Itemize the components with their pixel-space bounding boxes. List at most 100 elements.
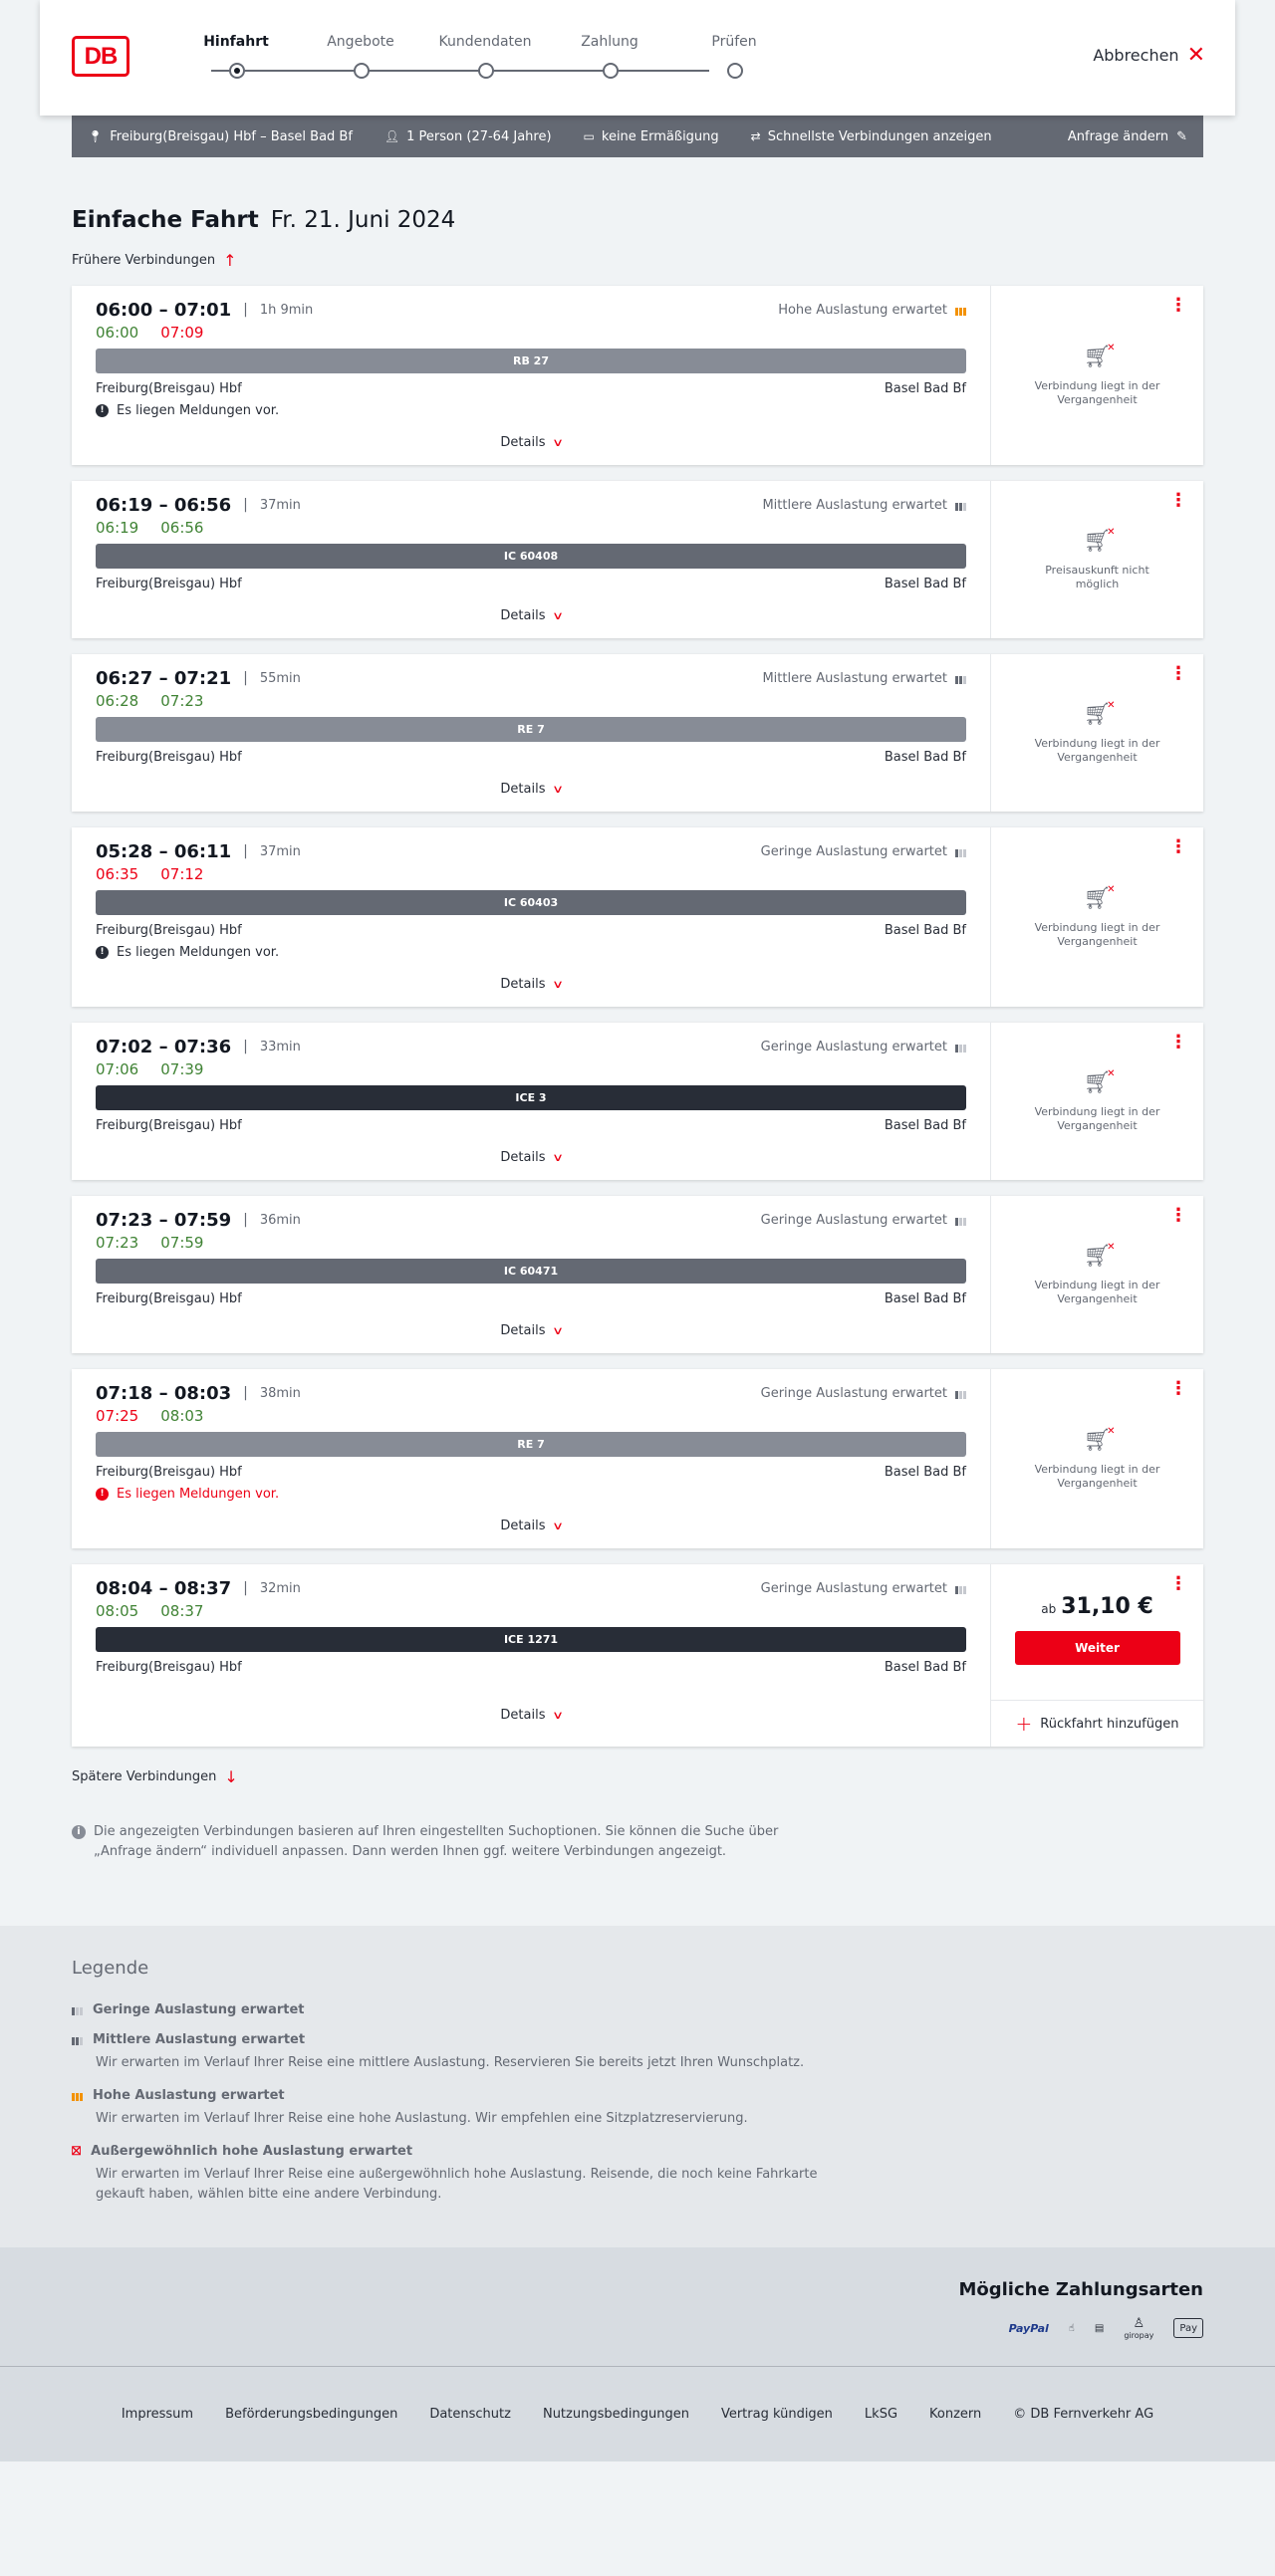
arrival-station: Basel Bad Bf [884,1464,966,1480]
change-request-button[interactable]: Anfrage ändern ✎ [1068,129,1187,144]
connection-info: 08:04 – 08:37 | 32min Geringe Auslastung… [72,1564,990,1747]
cart-unavailable-icon: 🛒︎ ✕ [1083,883,1116,911]
realtime-departure: 06:35 [96,865,139,883]
continue-button[interactable]: Weiter [1014,1631,1180,1665]
connection-card[interactable]: 06:19 – 06:56 | 37min Mittlere Auslastung e… [72,481,1203,638]
separator: | [243,1580,248,1596]
filter-travellers[interactable]: 👤︎ 1 Person (27-64 Jahre) [384,129,552,144]
details-label: Details [500,1707,546,1723]
later-connections-link[interactable]: Spätere Verbindungen ↓ [72,1767,238,1786]
travel-date: Fr. 21. Juni 2024 [270,207,456,233]
legend-head: Mittlere Auslastung erwartet [93,2032,306,2047]
more-options-icon[interactable]: ⋮ [1169,838,1187,856]
train-bar[interactable]: RB 27 [96,349,966,373]
separator: | [243,302,248,318]
sepa-hand-icon: ☝︎ [1068,2322,1075,2334]
step-dot [478,63,494,79]
separator: | [243,843,248,859]
status-panel: ⋮ 🛒︎ ✕ Verbindung liegt in der Vergangenhei… [990,654,1203,812]
more-options-icon[interactable]: ⋮ [1169,1380,1187,1398]
payment-methods-section: Mögliche Zahlungsarten PayPal ☝︎ ▤ ♙ giro… [0,2247,1275,2366]
details-toggle[interactable]: Details ∨ [96,1319,966,1341]
duration: 38min [259,1385,301,1401]
footer-link-befoerderungsbedingungen[interactable]: Beförderungsbedingungen [225,2407,397,2422]
step-hinfahrt[interactable]: Hinfahrt [181,34,291,79]
footer-link-lksg[interactable]: LkSG [865,2407,897,2422]
cancel-button[interactable]: Abbrechen ✕ [1093,44,1205,66]
train-bar[interactable]: RE 7 [96,717,966,742]
alert-icon: ! [96,1487,109,1501]
footer-link-vertrag-kuendigen[interactable]: Vertrag kündigen [721,2407,833,2422]
legend-desc: Wir erwarten im Verlauf Ihrer Reise eine… [96,2167,818,2202]
realtime-arrival: 06:56 [160,519,204,537]
more-options-icon[interactable]: ⋮ [1169,665,1187,683]
return-label: Rückfahrt hinzufügen [1040,1716,1179,1732]
chevron-down-icon: ∨ [551,435,564,449]
realtime-row: 07:25 08:03 [96,1405,966,1427]
step-dot [354,63,370,79]
later-label: Spätere Verbindungen [72,1769,217,1784]
train-bar[interactable]: IC 60471 [96,1259,966,1284]
step-kundendaten[interactable]: Kundendaten [430,34,540,79]
more-options-icon[interactable]: ⋮ [1169,1575,1187,1593]
filter-route[interactable]: 📍︎ Freiburg(Breisgau) Hbf – Basel Bad Bf [88,129,353,144]
db-logo[interactable]: DB [72,36,129,77]
connection-card[interactable]: 07:23 – 07:59 | 36min Geringe Auslastung er… [72,1196,1203,1353]
header-wrap: DB Hinfahrt Angebote Kundendaten Zahlung… [0,0,1275,116]
cart-unavailable-icon: 🛒︎ ✕ [1083,699,1116,727]
cart-unavailable-icon: 🛒︎ ✕ [1083,526,1116,554]
train-bar[interactable]: ICE 3 [96,1085,966,1110]
page-title-row: Einfache Fahrt Fr. 21. Juni 2024 [72,207,1203,233]
step-zahlung[interactable]: Zahlung [555,34,664,79]
filter-fastest[interactable]: ⇄ Schnellste Verbindungen anzeigen [751,129,992,144]
footer-link-konzern[interactable]: Konzern [929,2407,981,2422]
train-bar[interactable]: ICE 1271 [96,1627,966,1652]
details-toggle[interactable]: Details ∨ [96,1146,966,1168]
departure-station: Freiburg(Breisgau) Hbf [96,749,242,765]
status-panel: ⋮ 🛒︎ ✕ Preisauskunft nicht möglich [990,481,1203,638]
step-pruefen[interactable]: Prüfen [679,34,789,79]
connection-card[interactable]: 06:00 – 07:01 | 1h 9min Hohe Auslastung erw… [72,286,1203,465]
connection-card[interactable]: 06:27 – 07:21 | 55min Mittlere Auslastung e… [72,654,1203,812]
footer-link-nutzungsbedingungen[interactable]: Nutzungsbedingungen [543,2407,689,2422]
stepper-line [211,70,709,72]
price: ab 31,10 € [1041,1594,1153,1619]
arrival-station: Basel Bad Bf [884,1290,966,1306]
step-angebote[interactable]: Angebote [306,34,415,79]
info-icon: i [72,1825,86,1839]
more-options-icon[interactable]: ⋮ [1169,1034,1187,1052]
filter-discount[interactable]: ▭ keine Ermäßigung [584,129,719,144]
train-bar[interactable]: RE 7 [96,1432,966,1457]
train-bar[interactable]: IC 60408 [96,544,966,569]
connection-card[interactable]: 07:02 – 07:36 | 33min Geringe Auslastung er… [72,1023,1203,1180]
more-options-icon[interactable]: ⋮ [1169,492,1187,510]
more-options-icon[interactable]: ⋮ [1169,297,1187,315]
alert-icon: ! [96,945,109,959]
footer-link-datenschutz[interactable]: Datenschutz [429,2407,511,2422]
payment-title: Mögliche Zahlungsarten [958,2279,1203,2300]
footer-link-impressum[interactable]: Impressum [122,2407,193,2422]
departure-station: Freiburg(Breisgau) Hbf [96,380,242,396]
status-text: Verbindung liegt in der Vergangenheit [1034,736,1160,764]
arrival-station: Basel Bad Bf [884,1659,966,1675]
realtime-arrival: 07:12 [160,865,204,883]
more-options-icon[interactable]: ⋮ [1169,1207,1187,1225]
duration: 36min [259,1212,301,1228]
details-toggle[interactable]: Details ∨ [96,1704,966,1726]
earlier-connections-link[interactable]: Frühere Verbindungen ↑ [72,251,237,270]
connection-card-offer[interactable]: 08:04 – 08:37 | 32min Geringe Auslastung… [72,1564,1203,1747]
time-row: 06:27 – 07:21 | 55min Mittlere Auslastung e… [96,666,966,690]
details-toggle[interactable]: Details ∨ [96,604,966,626]
connection-card[interactable]: 07:18 – 08:03 | 38min Geringe Auslastung er… [72,1369,1203,1548]
change-request-label: Anfrage ändern [1067,128,1169,144]
details-toggle[interactable]: Details ∨ [96,973,966,995]
details-toggle[interactable]: Details ∨ [96,1515,966,1536]
connection-card[interactable]: 05:28 – 06:11 | 37min Geringe Auslastung er… [72,827,1203,1007]
paypal-icon: PayPal [1008,2321,1049,2335]
add-return-trip-button[interactable]: + Rückfahrt hinzufügen [991,1700,1203,1747]
stations-row: Freiburg(Breisgau) Hbf Basel Bad Bf [96,377,966,399]
train-bar[interactable]: IC 60403 [96,890,966,915]
details-toggle[interactable]: Details ∨ [96,778,966,800]
status-panel: ⋮ 🛒︎ ✕ Verbindung liegt in der Vergangenhei… [990,1369,1203,1548]
details-toggle[interactable]: Details ∨ [96,431,966,453]
